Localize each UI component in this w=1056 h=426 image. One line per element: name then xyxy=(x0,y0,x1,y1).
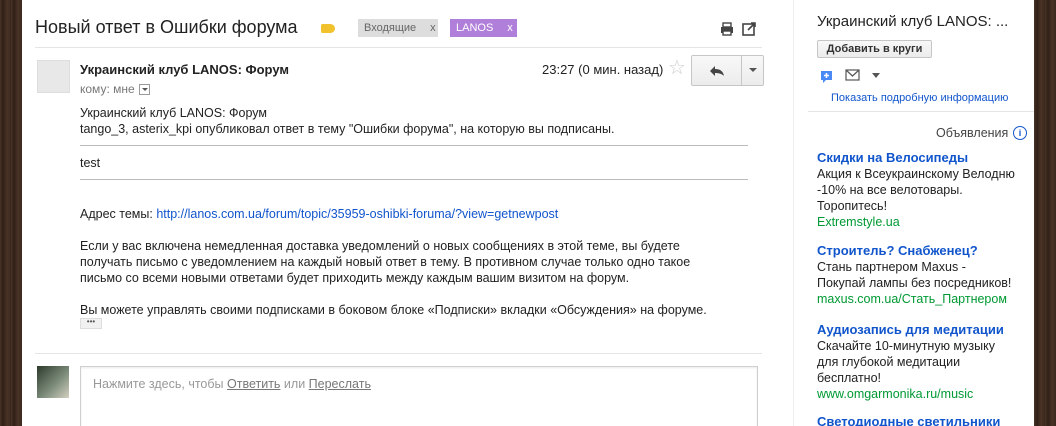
label-lanos[interactable]: LANOS x xyxy=(450,19,517,37)
ad-url[interactable]: www.omgarmonika.ru/music xyxy=(817,386,1032,402)
quick-reply-box[interactable]: Нажмите здесь, чтобы Ответить или Пересл… xyxy=(80,366,758,426)
more-dropdown-icon[interactable] xyxy=(872,73,880,78)
header-divider xyxy=(35,47,762,48)
ad-title[interactable]: Строитель? Снабженец? xyxy=(817,243,1032,258)
show-details-link[interactable]: Показать подробную информацию xyxy=(831,92,1008,104)
reply-prompt-text: Нажмите здесь, чтобы xyxy=(93,377,228,391)
reply-button-group xyxy=(691,55,764,86)
sender-avatar xyxy=(37,60,70,93)
right-panel-separator xyxy=(808,111,1034,112)
ad-url[interactable]: Extremstyle.ua xyxy=(817,214,1032,230)
ad-text-line: Акция к Всеукраинскому Велодню xyxy=(817,167,1015,181)
ad-text-line: Покупай лампы без посредников! xyxy=(817,276,1012,290)
reply-or-text: или xyxy=(280,377,309,391)
email-subject: Новый ответ в Ошибки форума xyxy=(35,17,298,37)
new-window-icon[interactable] xyxy=(741,21,757,37)
chat-add-icon[interactable] xyxy=(820,69,834,83)
sender-name[interactable]: Украинский клуб LANOS: Форум xyxy=(80,62,289,77)
message-time: 23:27 (0 мин. назад) xyxy=(542,62,664,77)
ad-url[interactable]: maxus.com.ua/Стать_Партнером xyxy=(817,291,1032,307)
forward-link[interactable]: Переслать xyxy=(309,377,371,391)
label-lanos-remove[interactable]: x xyxy=(507,22,513,34)
topic-address: Адрес темы: http://lanos.com.ua/forum/to… xyxy=(80,206,760,222)
gmail-conversation-view: Новый ответ в Ошибки форума Входящие x LA… xyxy=(22,0,1034,426)
ad-title[interactable]: Аудиозапись для медитации xyxy=(817,322,1032,337)
subscriptions-paragraph: Вы можете управлять своими подписками в … xyxy=(80,303,707,317)
body-header-block: Украинский клуб LANOS: Форум tango_3, as… xyxy=(80,105,760,137)
show-trimmed-content-button[interactable]: ••• xyxy=(80,318,102,329)
ad-text-line: Стань партнером Maxus - xyxy=(817,260,966,274)
recipient-text: кому: мне xyxy=(80,82,135,96)
recipient-details-dropdown-icon[interactable] xyxy=(138,84,150,96)
post-text: test xyxy=(80,156,101,170)
reply-link[interactable]: Ответить xyxy=(227,377,280,391)
paragraph-line-2: получать письмо с уведомлением на каждый… xyxy=(80,255,691,269)
star-icon[interactable]: ☆ xyxy=(668,58,686,78)
info-icon[interactable]: i xyxy=(1013,126,1027,140)
reply-button[interactable] xyxy=(692,56,742,85)
body-forum-name: Украинский клуб LANOS: Форум xyxy=(80,106,268,120)
print-icon[interactable] xyxy=(719,21,735,37)
label-lanos-name: LANOS xyxy=(456,22,494,34)
topic-address-link[interactable]: http://lanos.com.ua/forum/topic/35959-os… xyxy=(156,207,558,221)
reply-prompt: Нажмите здесь, чтобы Ответить или Пересл… xyxy=(93,377,371,391)
ad-title[interactable]: Скидки на Велосипеды xyxy=(817,150,1032,165)
user-avatar xyxy=(37,366,69,398)
contact-name: Украинский клуб LANOS: ... xyxy=(817,13,1009,30)
label-inbox-name: Входящие xyxy=(364,22,417,34)
email-envelope-icon[interactable] xyxy=(845,69,860,81)
body-rule-top xyxy=(80,145,748,146)
ad-item: Аудиозапись для медитации Скачайте 10-ми… xyxy=(817,322,1032,402)
notification-paragraph: Если у вас включена немедленная доставка… xyxy=(80,238,760,286)
body-notification-line: tango_3, asterix_kpi опубликовал ответ в… xyxy=(80,122,615,136)
more-actions-dropdown[interactable] xyxy=(742,56,763,85)
ad-text-line: бесплатно! xyxy=(817,371,882,385)
ad-text-line: Скачайте 10-минутную музыку xyxy=(817,339,995,353)
paragraph-line-3: письмо со всеми новыми ответами будет пр… xyxy=(80,271,630,285)
message-divider xyxy=(35,353,762,354)
ad-title[interactable]: Светодиодные светильники xyxy=(817,414,1032,426)
ad-item: Скидки на Велосипеды Акция к Всеукраинск… xyxy=(817,150,1032,230)
right-panel-divider xyxy=(793,0,794,426)
ad-item: Светодиодные светильники xyxy=(817,414,1032,426)
ad-text-line: Торопитесь! xyxy=(817,199,888,213)
label-inbox[interactable]: Входящие x xyxy=(358,19,438,37)
reply-arrow-icon xyxy=(709,65,724,76)
ad-text-line: для глубокой медитации xyxy=(817,355,961,369)
ad-text-line: -10% на все велотовары. xyxy=(817,183,963,197)
label-inbox-remove[interactable]: x xyxy=(430,22,436,34)
topic-address-label: Адрес темы: xyxy=(80,207,157,221)
body-rule-bottom xyxy=(80,179,748,180)
paragraph-line-1: Если у вас включена немедленная доставка… xyxy=(80,239,680,253)
add-to-circles-button[interactable]: Добавить в круги xyxy=(817,40,932,58)
importance-marker-icon[interactable] xyxy=(321,24,335,33)
ad-item: Строитель? Снабженец? Стань партнером Ma… xyxy=(817,243,1032,307)
recipient-line: кому: мне xyxy=(80,82,150,96)
ads-heading: Объявления xyxy=(936,126,1009,140)
